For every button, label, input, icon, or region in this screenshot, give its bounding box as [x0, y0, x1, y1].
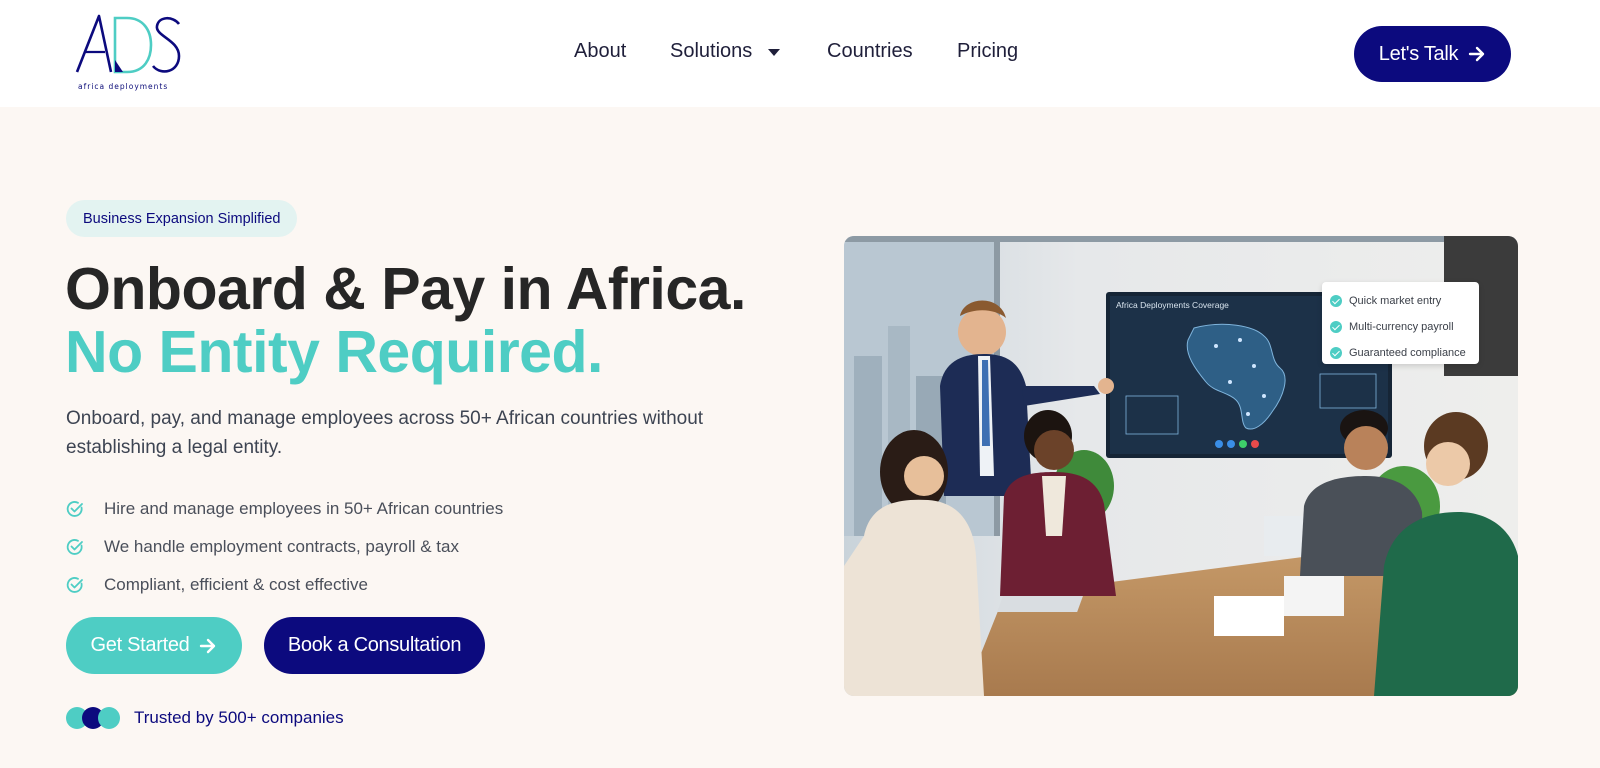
- lets-talk-button[interactable]: Let's Talk: [1354, 26, 1511, 82]
- trusted-text: Trusted by 500+ companies: [134, 708, 344, 727]
- screen-title: Africa Deployments Coverage: [1116, 300, 1229, 310]
- check-circle-icon: [66, 501, 83, 517]
- nav-about[interactable]: About: [574, 40, 626, 63]
- callout-text: Quick market entry: [1349, 295, 1442, 307]
- logo[interactable]: africa deployments: [75, 12, 187, 94]
- feature-text: Compliant, efficient & cost effective: [104, 575, 368, 594]
- nav-solutions-label: Solutions: [670, 40, 753, 62]
- hero-title: Onboard & Pay in Africa.: [65, 256, 746, 322]
- book-consultation-button[interactable]: Book a Consultation: [264, 617, 485, 674]
- feature-text: We handle employment contracts, payroll …: [104, 537, 459, 556]
- get-started-button[interactable]: Get Started: [66, 617, 242, 674]
- callout-item: Multi-currency payroll: [1330, 314, 1471, 340]
- get-started-label: Get Started: [90, 634, 190, 656]
- site-header: africa deployments About Solutions Count…: [0, 0, 1600, 107]
- trusted-by: Trusted by 500+ companies: [66, 707, 344, 729]
- list-item: We handle employment contracts, payroll …: [66, 528, 503, 566]
- hero-badge: Business Expansion Simplified: [66, 200, 298, 237]
- nav-countries[interactable]: Countries: [827, 40, 913, 63]
- check-circle-icon: [66, 539, 83, 555]
- hero-title-accent: No Entity Required.: [65, 319, 603, 385]
- check-circle-icon: [66, 577, 83, 593]
- arrow-right-icon: [200, 638, 216, 653]
- callout-text: Multi-currency payroll: [1349, 321, 1454, 333]
- feature-text: Hire and manage employees in 50+ African…: [104, 499, 504, 518]
- lets-talk-label: Let's Talk: [1378, 42, 1459, 65]
- callout-item: Guaranteed compliance: [1330, 340, 1471, 366]
- avatar: [98, 707, 120, 729]
- check-icon: [1330, 347, 1342, 359]
- list-item: Hire and manage employees in 50+ African…: [66, 490, 503, 528]
- ads-logo-mark: [75, 14, 181, 74]
- feature-list: Hire and manage employees in 50+ African…: [66, 490, 503, 604]
- check-icon: [1330, 321, 1342, 333]
- feature-callout: Quick market entry Multi-currency payrol…: [1322, 282, 1479, 364]
- list-item: Compliant, efficient & cost effective: [66, 566, 503, 604]
- logo-tagline: africa deployments: [78, 82, 169, 91]
- arrow-right-icon: [1468, 46, 1485, 62]
- nav-solutions[interactable]: Solutions: [670, 40, 781, 63]
- check-icon: [1330, 295, 1342, 307]
- callout-item: Quick market entry: [1330, 288, 1471, 314]
- chevron-down-icon: [768, 49, 781, 56]
- hero-image: Africa Deployments Coverage Quick market…: [844, 236, 1518, 696]
- hero-lead: Onboard, pay, and manage employees acros…: [66, 408, 704, 458]
- nav-pricing[interactable]: Pricing: [957, 40, 1018, 63]
- avatar-stack: [66, 707, 120, 729]
- callout-text: Guaranteed compliance: [1349, 347, 1466, 359]
